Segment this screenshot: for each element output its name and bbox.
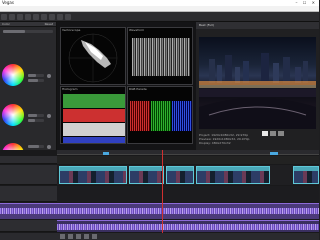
slider[interactable]: [28, 114, 44, 117]
undo-icon[interactable]: [33, 14, 39, 20]
settings-icon[interactable]: [65, 14, 71, 20]
eyedropper-icon[interactable]: [47, 114, 51, 118]
eyedropper-icon[interactable]: [47, 145, 51, 149]
timeline-ruler[interactable]: [57, 150, 319, 155]
display-info: Display: 480x270x32: [199, 141, 231, 145]
eyedropper-icon[interactable]: [47, 74, 51, 78]
slider[interactable]: [3, 30, 53, 33]
audio-clip[interactable]: [0, 203, 319, 219]
timeline: [0, 150, 319, 240]
redo-icon[interactable]: [41, 14, 47, 20]
playhead[interactable]: [162, 150, 163, 233]
track-header-audio-2[interactable]: [0, 220, 57, 232]
stop-button[interactable]: [270, 131, 276, 136]
loop-icon[interactable]: [68, 234, 73, 239]
play-button[interactable]: [262, 131, 268, 136]
video-clip[interactable]: [293, 166, 319, 184]
video-scopes-panel: Vectorscope Waveform Histogram RGB Parad…: [57, 22, 196, 150]
reset-button[interactable]: Reset: [45, 22, 53, 27]
pause-icon[interactable]: [84, 234, 89, 239]
open-icon[interactable]: [9, 14, 15, 20]
panel-header: Color Reset: [0, 22, 56, 27]
color-wheel-gamma[interactable]: [2, 104, 24, 126]
cursor-tool-icon[interactable]: [49, 14, 55, 20]
window-title: Vegas: [2, 0, 14, 5]
marker[interactable]: [270, 152, 278, 155]
panel-title: Color: [2, 22, 10, 26]
render-icon[interactable]: [25, 14, 31, 20]
scope-label: RGB Parade: [129, 87, 147, 91]
scope-label: Waveform: [129, 28, 145, 32]
transport-bar: [0, 233, 319, 240]
preview-header: Best (Full): [196, 22, 319, 29]
vectorscope-plot: [68, 33, 118, 83]
video-clip[interactable]: [129, 166, 164, 184]
toolbar: [0, 12, 319, 22]
marker[interactable]: [103, 152, 109, 155]
video-clip[interactable]: [166, 166, 194, 184]
video-track-2: [57, 165, 319, 185]
track-header-video-3[interactable]: [0, 186, 57, 202]
preview-info: Project: 1920x1080x32, 29.970p Preview: …: [199, 133, 249, 145]
rgb-parade-scope: RGB Parade: [127, 86, 193, 144]
loop-button[interactable]: [278, 131, 284, 136]
preview-quality[interactable]: Best (Full): [199, 23, 214, 27]
color-wheel-lift[interactable]: [2, 64, 24, 86]
video-clip[interactable]: [59, 166, 127, 184]
vectorscope: Vectorscope: [60, 27, 126, 85]
preview-frame: [199, 37, 316, 129]
cut-icon[interactable]: [57, 14, 63, 20]
color-grading-panel: Color Reset: [0, 22, 57, 165]
track-header-video-2[interactable]: [0, 165, 57, 185]
track-header-video-1[interactable]: [0, 156, 57, 164]
video-track-1: [57, 156, 319, 164]
scope-label: Histogram: [62, 87, 78, 91]
video-preview-panel: Best (Full) Project: 1920x1080x32, 29.97…: [196, 22, 319, 150]
stop-icon[interactable]: [92, 234, 97, 239]
audio-clip[interactable]: [57, 220, 319, 232]
waveform-trace: [132, 38, 190, 76]
waveform-scope: Waveform: [127, 27, 193, 85]
play-icon[interactable]: [76, 234, 81, 239]
slider[interactable]: [28, 119, 44, 122]
slider[interactable]: [28, 74, 44, 77]
slider[interactable]: [28, 145, 44, 148]
video-clip[interactable]: [196, 166, 270, 184]
city-skyline-image: [199, 53, 316, 129]
new-project-icon[interactable]: [1, 14, 7, 20]
histogram-scope: Histogram: [60, 86, 126, 144]
record-icon[interactable]: [60, 234, 65, 239]
slider[interactable]: [28, 79, 44, 82]
save-icon[interactable]: [17, 14, 23, 20]
video-track-3: [57, 186, 319, 202]
